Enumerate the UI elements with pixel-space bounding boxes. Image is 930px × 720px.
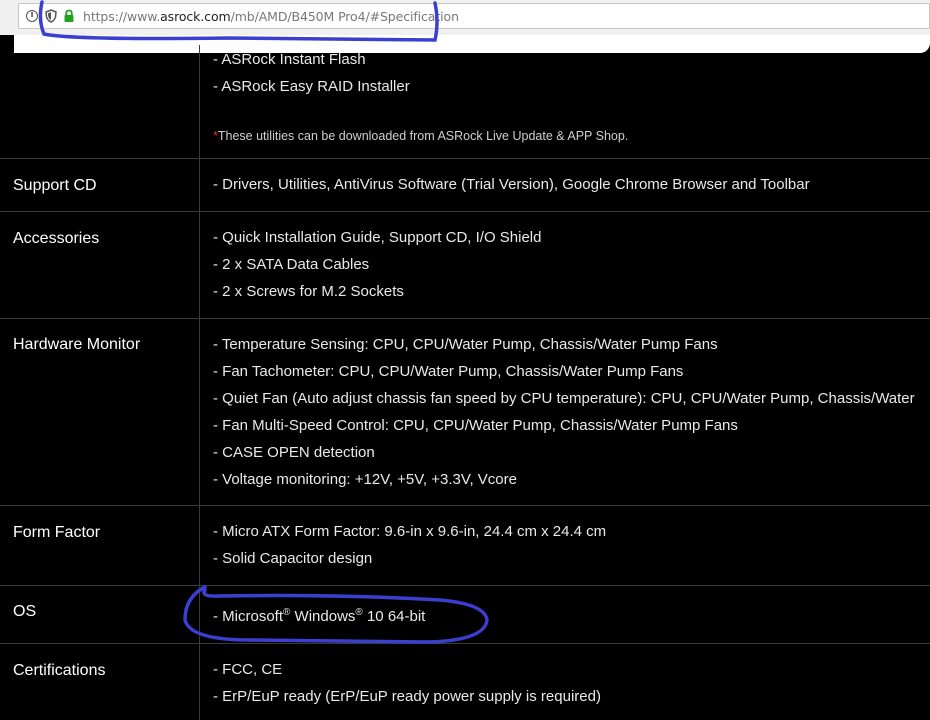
list-item: - Solid Capacitor design xyxy=(213,550,373,567)
list-item: - Voltage monitoring: +12V, +5V, +3.3V, … xyxy=(213,471,517,488)
list-item: - 2 x SATA Data Cables xyxy=(213,256,370,273)
spec-table: - ASRock Instant Flash - ASRock Easy RAI… xyxy=(0,45,930,720)
spec-label: Accessories xyxy=(13,230,100,247)
url-prefix: https://www. xyxy=(83,9,161,24)
os-text-part: 10 64-bit xyxy=(362,608,426,625)
spec-label: Certifications xyxy=(13,662,106,679)
list-item: - Temperature Sensing: CPU, CPU/Water Pu… xyxy=(213,336,718,353)
os-value: - Microsoft® Windows® 10 64-bit xyxy=(213,607,425,625)
spec-label: Support CD xyxy=(13,177,97,194)
list-item: - ErP/EuP ready (ErP/EuP ready power sup… xyxy=(213,688,601,705)
spec-row-accessories: Accessories - Quick Installation Guide, … xyxy=(0,212,930,319)
list-item: - Quick Installation Guide, Support CD, … xyxy=(213,229,542,246)
note-text: These utilities can be downloaded from A… xyxy=(217,129,629,143)
url-host: asrock.com xyxy=(160,9,231,24)
spec-label: Form Factor xyxy=(13,524,101,541)
spec-label-cell: OS xyxy=(0,586,200,643)
spec-label-cell: Accessories xyxy=(0,212,200,318)
shield-icon[interactable] xyxy=(45,9,57,23)
spec-label-cell: Form Factor xyxy=(0,506,200,585)
registered-mark: ® xyxy=(355,607,363,618)
list-item: - Fan Tachometer: CPU, CPU/Water Pump, C… xyxy=(213,363,684,380)
spec-label-cell: Support CD xyxy=(0,159,200,211)
spec-label: Hardware Monitor xyxy=(13,336,141,353)
os-text-part: - Microsoft xyxy=(213,608,284,625)
address-bar[interactable]: i https://www.asrock.com/mb/AMD/B450M Pr… xyxy=(18,3,930,29)
spec-row-support-cd: Support CD - Drivers, Utilities, AntiVir… xyxy=(0,159,930,212)
spec-row-form-factor: Form Factor - Micro ATX Form Factor: 9.6… xyxy=(0,506,930,586)
spec-label-cell: Certifications xyxy=(0,644,200,720)
list-item: - Fan Multi-Speed Control: CPU, CPU/Wate… xyxy=(213,417,738,434)
list-item: - Drivers, Utilities, AntiVirus Software… xyxy=(213,176,810,193)
list-item: - ASRock Easy RAID Installer xyxy=(213,78,410,95)
spec-row-software: - ASRock Instant Flash - ASRock Easy RAI… xyxy=(0,45,930,159)
browser-toolbar: i https://www.asrock.com/mb/AMD/B450M Pr… xyxy=(0,0,930,35)
os-text-part: Windows xyxy=(290,608,356,625)
url-path: /mb/AMD/B450M Pro4/#Specification xyxy=(230,9,459,24)
software-note: *These utilities can be downloaded from … xyxy=(213,129,628,143)
info-icon[interactable]: i xyxy=(26,10,38,22)
list-item: - ASRock Instant Flash xyxy=(213,51,366,68)
list-item: - 2 x Screws for M.2 Sockets xyxy=(213,283,404,300)
spec-label-cell: Hardware Monitor xyxy=(0,319,200,505)
spec-row-hardware-monitor: Hardware Monitor - Temperature Sensing: … xyxy=(0,319,930,506)
spec-row-certifications: Certifications - FCC, CE - ErP/EuP ready… xyxy=(0,644,930,720)
lock-icon xyxy=(64,9,74,22)
list-item: - Quiet Fan (Auto adjust chassis fan spe… xyxy=(213,390,915,407)
url-text[interactable]: https://www.asrock.com/mb/AMD/B450M Pro4… xyxy=(83,9,459,24)
spec-label-cell xyxy=(0,45,200,158)
spec-label: OS xyxy=(13,603,37,620)
spec-row-os: OS - Microsoft® Windows® 10 64-bit xyxy=(0,586,930,644)
list-item: - FCC, CE xyxy=(213,661,283,678)
list-item: - Micro ATX Form Factor: 9.6-in x 9.6-in… xyxy=(213,523,607,540)
list-item: - CASE OPEN detection xyxy=(213,444,375,461)
